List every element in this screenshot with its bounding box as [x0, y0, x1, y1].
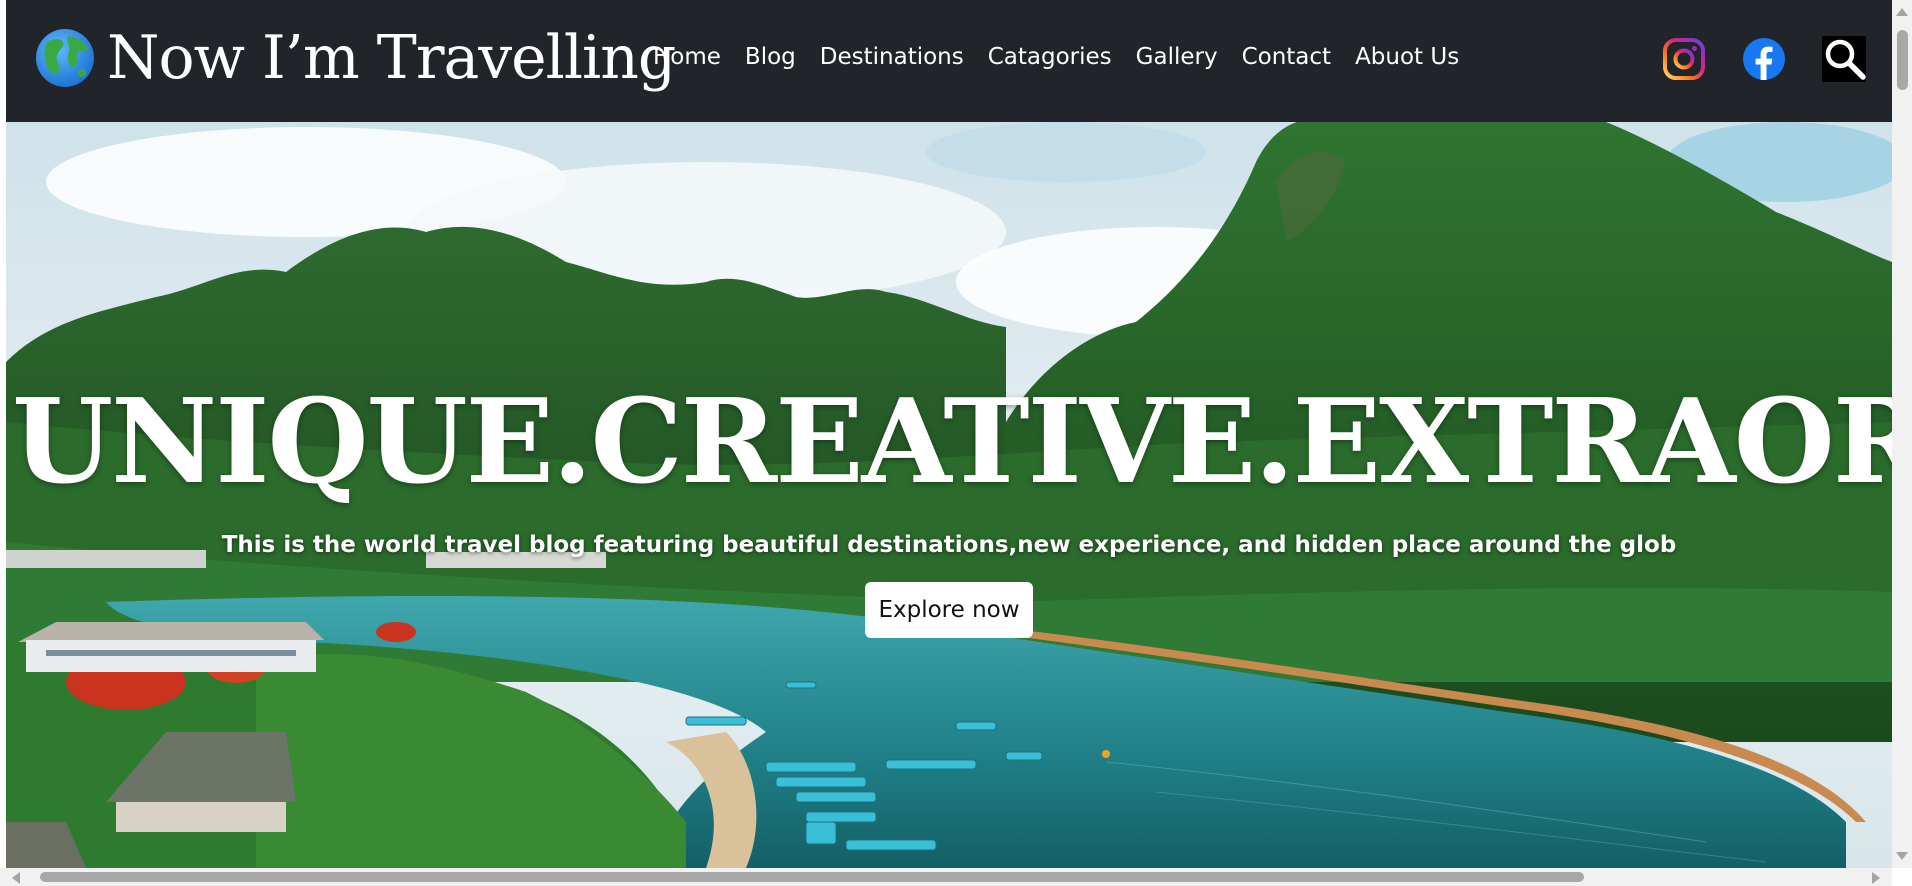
navbar: Now I’m Travelling Home Blog Destination…	[6, 0, 1892, 122]
nav-gallery[interactable]: Gallery	[1136, 44, 1218, 70]
scrollbar-corner	[1892, 868, 1912, 886]
explore-now-button[interactable]: Explore now	[865, 582, 1033, 638]
nav-blog[interactable]: Blog	[745, 44, 796, 70]
scroll-right-arrow-icon[interactable]	[1872, 872, 1880, 884]
social-links	[1662, 36, 1866, 82]
scroll-down-arrow-icon[interactable]	[1896, 852, 1908, 860]
vertical-scrollbar-thumb[interactable]	[1897, 30, 1908, 90]
scroll-up-arrow-icon[interactable]	[1896, 8, 1908, 16]
search-icon[interactable]	[1822, 36, 1866, 82]
hero-section: UNIQUE.CREATIVE.EXTRAORDI This is the wo…	[6, 122, 1892, 868]
nav-destinations[interactable]: Destinations	[820, 44, 964, 70]
hero-subtitle: This is the world travel blog featuring …	[221, 532, 1677, 558]
brand-title: Now I’m Travelling	[107, 23, 676, 93]
vertical-scrollbar[interactable]	[1892, 0, 1912, 868]
horizontal-scrollbar-thumb[interactable]	[40, 872, 1584, 882]
page: Now I’m Travelling Home Blog Destination…	[6, 0, 1892, 868]
main-nav: Home Blog Destinations Catagories Galler…	[653, 44, 1483, 70]
brand-link[interactable]: Now I’m Travelling	[35, 18, 676, 98]
hero-headline: UNIQUE.CREATIVE.EXTRAORDI	[12, 374, 1892, 510]
nav-categories[interactable]: Catagories	[988, 44, 1112, 70]
horizontal-scrollbar[interactable]	[0, 868, 1892, 886]
nav-about-us[interactable]: Abuot Us	[1355, 44, 1459, 70]
instagram-icon[interactable]	[1662, 37, 1706, 81]
globe-icon	[36, 29, 94, 87]
facebook-icon[interactable]	[1742, 37, 1786, 81]
scroll-left-arrow-icon[interactable]	[12, 872, 20, 884]
nav-home[interactable]: Home	[653, 44, 721, 70]
nav-contact[interactable]: Contact	[1242, 44, 1331, 70]
